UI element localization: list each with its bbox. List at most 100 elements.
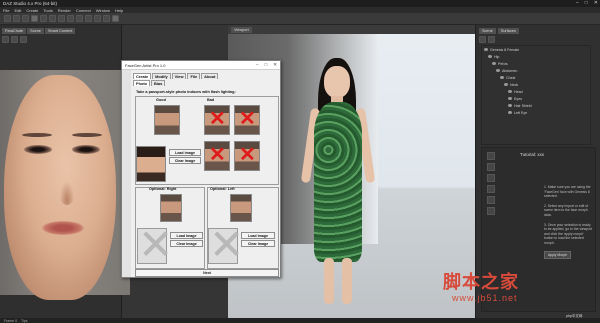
- load-image-button[interactable]: Load Image: [170, 232, 203, 239]
- menu-tools[interactable]: Tools: [43, 8, 52, 13]
- open-icon[interactable]: [13, 15, 20, 22]
- subtab-photo[interactable]: Photo: [133, 80, 151, 86]
- render-settings-icon[interactable]: [103, 15, 110, 22]
- visibility-icon[interactable]: [484, 48, 488, 51]
- figure-green-dress: [314, 102, 362, 262]
- status-bar: Frame 0 Tips: [0, 318, 600, 323]
- tab-view[interactable]: View: [171, 73, 187, 79]
- subtab-bias[interactable]: Bias: [151, 80, 166, 86]
- close-button[interactable]: ✕: [594, 0, 598, 6]
- reject-x-icon: ✕: [239, 144, 256, 166]
- tree-label: Genesis 8 Female: [490, 47, 520, 52]
- next-button[interactable]: Next: [135, 269, 279, 277]
- status-tips[interactable]: Tips: [21, 319, 27, 323]
- dialog-subtabs: Photo Bias: [133, 80, 166, 86]
- redo-icon[interactable]: [40, 15, 47, 22]
- right-pane-filter-icon[interactable]: [479, 36, 486, 43]
- dialog-close-button[interactable]: ✕: [273, 62, 277, 68]
- tree-row[interactable]: Eyes: [484, 95, 564, 102]
- scene-tree: Genesis 8 Female Hip Pelvis Abdomen Ches…: [484, 46, 564, 116]
- tab-right-surfaces[interactable]: Surfaces: [497, 28, 519, 34]
- tree-label: Left Eye: [514, 110, 528, 115]
- tree-row[interactable]: Genesis 8 Female: [484, 46, 564, 53]
- reject-x-icon: ✕: [239, 108, 256, 130]
- dialog-maximize-button[interactable]: □: [265, 62, 268, 68]
- tree-row[interactable]: Left Eye: [484, 109, 564, 116]
- tutorial-step: 3. Once your selection is ready to be ap…: [544, 222, 593, 245]
- right-pane-options-icon[interactable]: [488, 36, 495, 43]
- tab-create[interactable]: Create: [133, 73, 152, 79]
- left-pane-tool-icon[interactable]: [2, 36, 9, 43]
- lights-tool-icon[interactable]: [487, 185, 495, 193]
- tree-label: Abdomen: [502, 68, 518, 73]
- tutorial-step: 1. Make sure you are using the 'FaceGen'…: [544, 185, 591, 199]
- apply-morph-button[interactable]: Apply Morph: [544, 250, 572, 259]
- save-icon[interactable]: [22, 15, 29, 22]
- clear-image-button[interactable]: Clear Image: [170, 240, 203, 247]
- instruction-text: Take a passport-style photo indoors with…: [136, 90, 236, 94]
- empty-slot-x-icon: ✕: [138, 221, 174, 268]
- visibility-icon[interactable]: [492, 62, 496, 65]
- tree-label: Neck: [510, 82, 519, 87]
- clear-image-button[interactable]: Clear Image: [241, 240, 275, 247]
- camera-tool-icon[interactable]: [85, 15, 92, 22]
- content-library-icon[interactable]: [487, 207, 495, 215]
- tree-row[interactable]: Chest: [484, 74, 564, 81]
- move-tool-icon[interactable]: [58, 15, 65, 22]
- tab-file[interactable]: File: [187, 73, 201, 79]
- menu-render[interactable]: Render: [58, 8, 71, 13]
- optional-left-label: Optional: Left: [210, 187, 235, 191]
- light-tool-icon[interactable]: [94, 15, 101, 22]
- menu-file[interactable]: File: [3, 8, 9, 13]
- visibility-icon[interactable]: [500, 76, 504, 79]
- menu-help[interactable]: Help: [115, 8, 123, 13]
- visibility-icon[interactable]: [488, 55, 492, 58]
- select-tool-icon[interactable]: [49, 15, 56, 22]
- pose-tool-icon[interactable]: [487, 152, 495, 160]
- tab-parachute[interactable]: ParaChute: [2, 28, 27, 34]
- visibility-icon[interactable]: [508, 97, 512, 100]
- maximize-button[interactable]: □: [585, 0, 588, 6]
- visibility-icon[interactable]: [508, 111, 512, 114]
- surfaces-tool-icon[interactable]: [487, 174, 495, 182]
- minimize-button[interactable]: –: [576, 0, 579, 6]
- rotate-tool-icon[interactable]: [67, 15, 74, 22]
- tree-row[interactable]: Abdomen: [484, 67, 564, 74]
- undo-icon[interactable]: [31, 15, 38, 22]
- viewport-tab[interactable]: Viewport: [231, 26, 252, 33]
- visibility-icon[interactable]: [504, 83, 508, 86]
- nose: [59, 180, 75, 205]
- right-profile-example-photo: [160, 194, 182, 222]
- menu-edit[interactable]: Edit: [14, 8, 21, 13]
- shaping-tool-icon[interactable]: [487, 163, 495, 171]
- new-scene-icon[interactable]: [4, 15, 11, 22]
- tab-right-scene[interactable]: Scene: [479, 28, 496, 34]
- dialog-tabs: Create Modify View File About: [133, 73, 219, 79]
- dialog-minimize-button[interactable]: –: [256, 62, 259, 68]
- menu-connect[interactable]: Connect: [76, 8, 91, 13]
- load-image-button[interactable]: Load Image: [241, 232, 275, 239]
- render-icon[interactable]: [112, 15, 119, 22]
- cameras-tool-icon[interactable]: [487, 196, 495, 204]
- visibility-icon[interactable]: [496, 69, 500, 72]
- tree-row[interactable]: Hair Shield: [484, 102, 564, 109]
- visibility-icon[interactable]: [508, 104, 512, 107]
- clear-image-button[interactable]: Clear Image: [169, 157, 201, 164]
- tab-modify[interactable]: Modify: [152, 73, 171, 79]
- tab-scene[interactable]: Scene: [27, 28, 44, 34]
- left-pane-menu-icon[interactable]: [20, 36, 27, 43]
- tree-row[interactable]: Neck: [484, 81, 564, 88]
- 3d-figure[interactable]: [300, 58, 376, 308]
- tree-row[interactable]: Hip: [484, 53, 564, 60]
- tree-row[interactable]: Pelvis: [484, 60, 564, 67]
- load-image-button[interactable]: Load Image: [169, 149, 201, 156]
- menu-create[interactable]: Create: [26, 8, 38, 13]
- tree-row[interactable]: Head: [484, 88, 564, 95]
- tab-smart-content[interactable]: Smart Content: [44, 28, 76, 34]
- menu-window[interactable]: Window: [96, 8, 110, 13]
- tab-about[interactable]: About: [201, 73, 219, 79]
- scale-tool-icon[interactable]: [76, 15, 83, 22]
- left-pane-search-icon[interactable]: [11, 36, 18, 43]
- face-texture-preview: [4, 75, 116, 300]
- visibility-icon[interactable]: [508, 90, 512, 93]
